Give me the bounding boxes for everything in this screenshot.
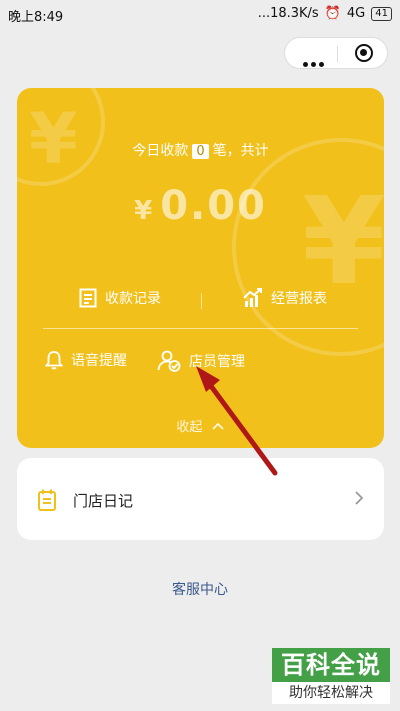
annotation-arrow — [196, 366, 278, 476]
watermark-title: 百科全说 — [272, 648, 390, 682]
watermark-subtitle: 助你轻松解决 — [272, 682, 390, 704]
watermark-logo: 百科全说 助你轻松解决 — [272, 648, 390, 704]
